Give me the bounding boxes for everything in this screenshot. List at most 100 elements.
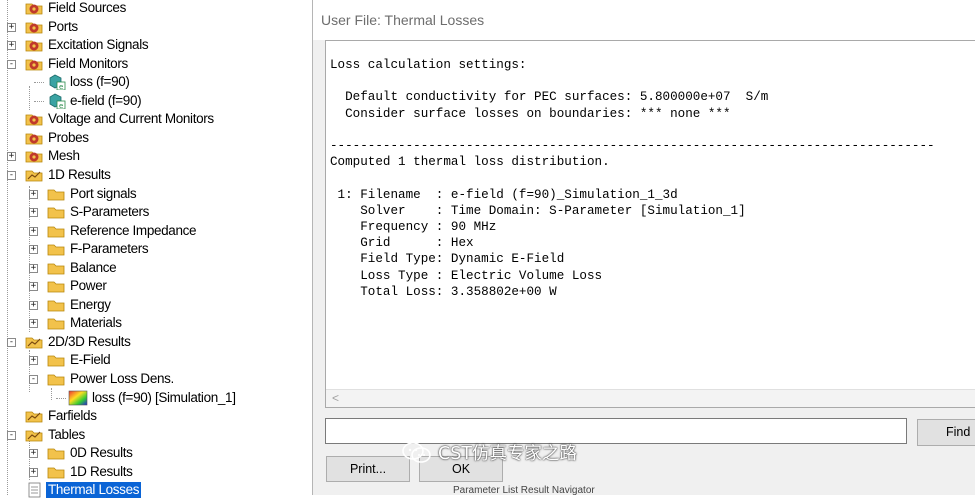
tree-item[interactable]: Reference Impedance: [46, 222, 198, 240]
tree-guide-line: [7, 0, 8, 495]
yellow-folder-icon: [46, 297, 66, 313]
expand-icon[interactable]: +: [29, 319, 38, 329]
collapse-icon[interactable]: -: [7, 337, 16, 347]
tree-item-label: Excitation Signals: [48, 37, 149, 53]
expand-icon[interactable]: +: [7, 41, 16, 51]
horizontal-scrollbar[interactable]: <: [326, 389, 975, 407]
scroll-left-arrow-icon[interactable]: <: [332, 391, 339, 405]
tree-item-label: Mesh: [48, 148, 80, 164]
tree-item[interactable]: 1D Results: [24, 166, 113, 184]
tree-item[interactable]: Port signals: [46, 185, 138, 203]
file-content-area[interactable]: Loss calculation settings: Default condu…: [325, 40, 975, 408]
expand-icon[interactable]: +: [29, 189, 38, 199]
file-content-text: Loss calculation settings: Default condu…: [330, 58, 935, 299]
yellow-folder-icon: [46, 445, 66, 461]
tree-item[interactable]: F-Parameters: [46, 240, 150, 258]
yellow-folder-icon: [46, 204, 66, 220]
expand-icon[interactable]: +: [29, 263, 38, 273]
yellow-folder-icon: [46, 352, 66, 368]
tree-connector: [34, 100, 44, 102]
expand-icon[interactable]: +: [7, 22, 16, 32]
field-plot-icon: [68, 390, 88, 406]
expand-icon[interactable]: +: [29, 226, 38, 236]
expand-icon[interactable]: +: [29, 300, 38, 310]
tree-item[interactable]: Excitation Signals: [24, 36, 150, 54]
tree-item-label: e-field (f=90): [70, 92, 142, 108]
tree-item-label: Probes: [48, 129, 89, 145]
tree-item[interactable]: Field Sources: [24, 0, 128, 17]
tree-item-label: Reference Impedance: [70, 222, 197, 238]
tree-item-label: loss (f=90): [70, 74, 130, 90]
expand-icon[interactable]: +: [29, 356, 38, 366]
tree-item-label: Ports: [48, 18, 78, 34]
background-tab-strip: Parameter List Result Navigator: [313, 485, 975, 495]
tree-item[interactable]: 0D Results: [46, 444, 135, 462]
collapse-icon[interactable]: -: [7, 430, 16, 440]
tree-item-label: F-Parameters: [70, 241, 149, 257]
tree-item[interactable]: 2D/3D Results: [24, 333, 132, 351]
find-button[interactable]: Find: [917, 419, 975, 446]
tree-item-label: S-Parameters: [70, 204, 150, 220]
svg-text:e: e: [59, 83, 63, 90]
tree-item[interactable]: loss (f=90) [Simulation_1]: [68, 389, 238, 407]
tree-item-label: 1D Results: [70, 463, 133, 479]
red-folder-icon: [24, 148, 44, 164]
results-folder-icon: [24, 167, 44, 183]
tree-item[interactable]: Materials: [46, 314, 124, 332]
tree-item[interactable]: Probes: [24, 129, 91, 147]
wechat-icon: [402, 441, 431, 463]
tree-item[interactable]: Energy: [46, 296, 113, 314]
tree-item[interactable]: Power Loss Dens.: [46, 370, 176, 388]
tree-item[interactable]: Field Monitors: [24, 55, 130, 73]
tree-item[interactable]: Ports: [24, 18, 80, 36]
tree-item-label: Field Sources: [48, 0, 126, 15]
tree-item-label: Energy: [70, 296, 111, 312]
tree-item[interactable]: 1D Results: [46, 463, 135, 481]
document-icon: [24, 482, 44, 498]
tree-item[interactable]: e e-field (f=90): [46, 92, 143, 110]
results-folder-icon: [24, 408, 44, 424]
expand-icon[interactable]: +: [29, 282, 38, 292]
tree-item-label: loss (f=90) [Simulation_1]: [92, 389, 236, 405]
results-folder-icon: [24, 427, 44, 443]
tree-guide-line: [29, 86, 30, 110]
tree-item[interactable]: E-Field: [46, 351, 112, 369]
tree-item-label: Tables: [48, 426, 85, 442]
dialog-titlebar[interactable]: User File: Thermal Losses: [313, 0, 975, 40]
red-folder-icon: [24, 19, 44, 35]
print-button[interactable]: Print...: [326, 456, 410, 482]
tree-item[interactable]: Balance: [46, 259, 118, 277]
tree-item[interactable]: Mesh: [24, 147, 82, 165]
expand-icon[interactable]: +: [29, 449, 38, 459]
tree-item-label: Farfields: [48, 408, 97, 424]
expand-icon[interactable]: +: [29, 245, 38, 255]
yellow-folder-icon: [46, 371, 66, 387]
tree-item[interactable]: Farfields: [24, 407, 99, 425]
tree-item[interactable]: S-Parameters: [46, 203, 151, 221]
yellow-folder-icon: [46, 278, 66, 294]
tree-item-label: 2D/3D Results: [48, 333, 131, 349]
collapse-icon[interactable]: -: [7, 170, 16, 180]
dialog-title: User File: Thermal Losses: [321, 12, 485, 28]
background-tabs-label: Parameter List Result Navigator: [453, 485, 595, 495]
expand-icon[interactable]: +: [29, 467, 38, 477]
collapse-icon[interactable]: -: [29, 375, 38, 384]
tree-item[interactable]: Thermal Losses: [24, 481, 142, 499]
tree-item[interactable]: Tables: [24, 426, 87, 444]
tree-item-label: E-Field: [70, 352, 111, 368]
yellow-folder-icon: [46, 241, 66, 257]
collapse-icon[interactable]: -: [7, 59, 16, 69]
tree-item[interactable]: Voltage and Current Monitors: [24, 110, 216, 128]
tree-item-label: Voltage and Current Monitors: [48, 111, 214, 127]
navigation-tree[interactable]: Field Sources + Ports + Excitation Signals - F…: [0, 0, 312, 499]
expand-icon[interactable]: +: [7, 152, 16, 162]
watermark: CST仿真专家之路: [402, 440, 577, 465]
tree-item[interactable]: e loss (f=90): [46, 73, 132, 91]
tree-item-label: Thermal Losses: [46, 482, 142, 499]
expand-icon[interactable]: +: [29, 208, 38, 218]
tree-connector: [34, 82, 44, 84]
tree-item-label: Materials: [70, 315, 122, 331]
tree-item[interactable]: Power: [46, 277, 109, 295]
yellow-folder-icon: [46, 315, 66, 331]
results-folder-icon: [24, 334, 44, 350]
